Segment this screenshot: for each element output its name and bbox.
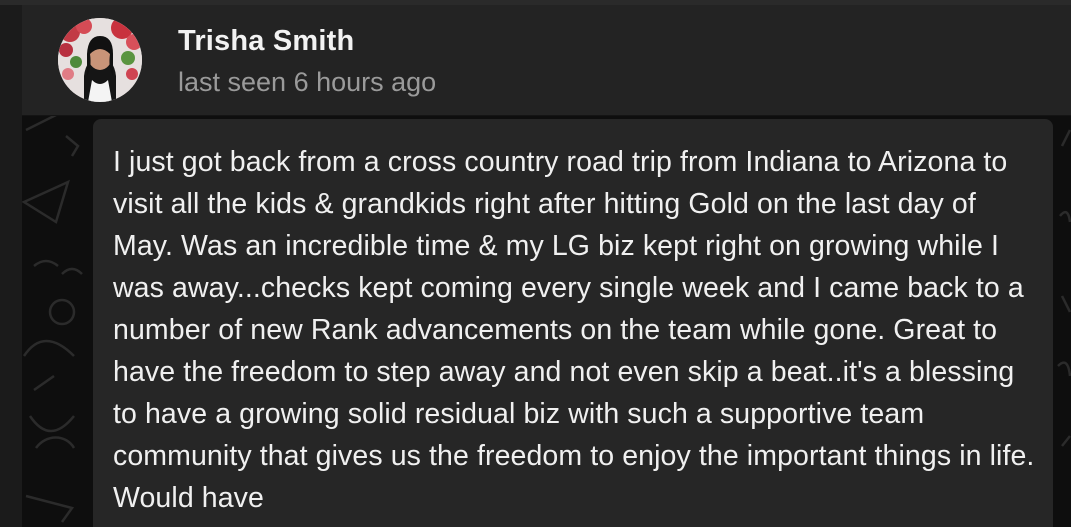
chat-header[interactable]: Trisha Smith last seen 6 hours ago [22,5,1071,116]
last-seen-status: last seen 6 hours ago [178,67,437,97]
avatar-photo-icon [58,18,142,102]
chat-screen: Trisha Smith last seen 6 hours ago I jus… [0,0,1071,527]
contact-avatar[interactable] [58,18,142,102]
left-rail [0,5,23,527]
message-text: I just got back from a cross country roa… [113,146,1035,514]
contact-name[interactable]: Trisha Smith [178,25,354,58]
